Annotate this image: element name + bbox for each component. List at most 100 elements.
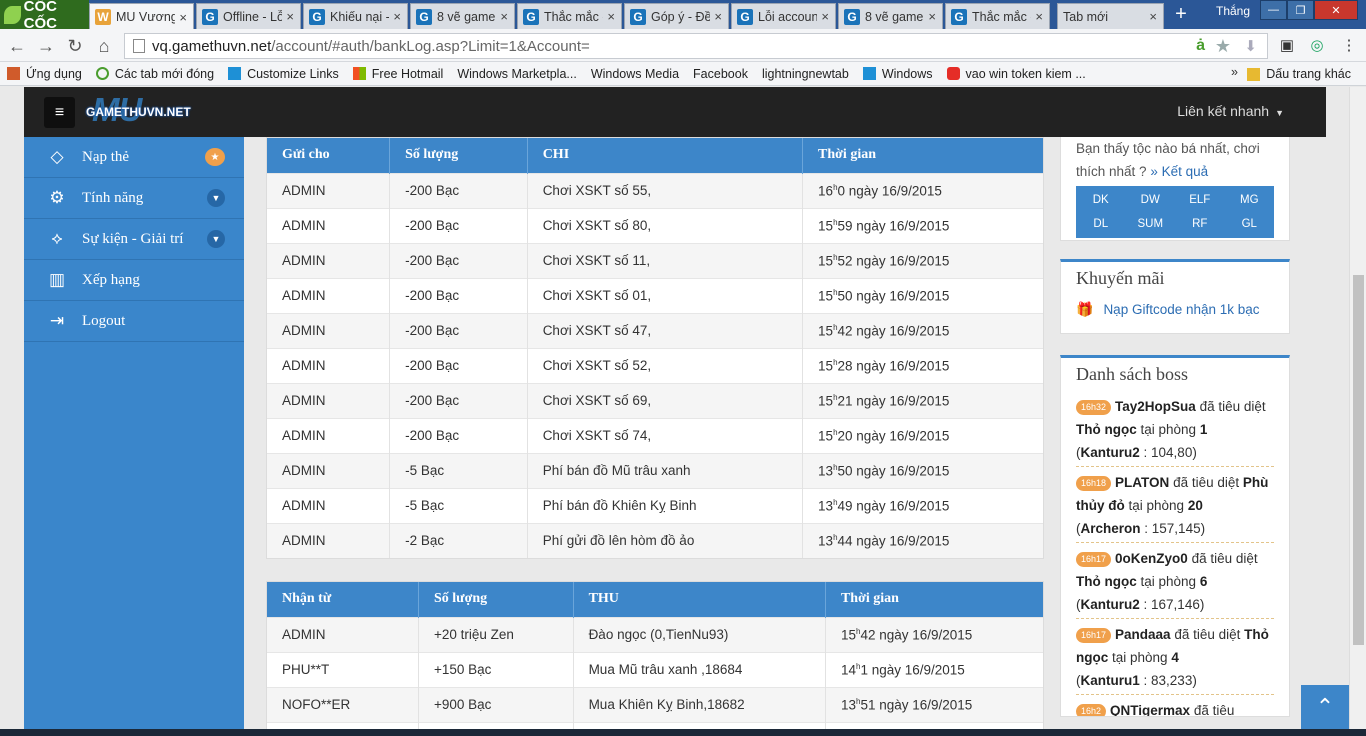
sync-icon[interactable]: ◎ xyxy=(1306,35,1328,57)
bookmark-item[interactable]: Ứng dụng xyxy=(0,67,89,81)
diamond-icon: ◇ xyxy=(50,147,64,166)
promo-widget: Khuyến mãi 🎁 Nạp Giftcode nhận 1k bạc xyxy=(1060,259,1290,334)
table-cell: ADMIN xyxy=(267,172,391,208)
vote-option[interactable]: MG xyxy=(1225,188,1275,212)
close-tab-icon[interactable]: × xyxy=(607,9,615,24)
other-bookmarks-folder[interactable]: Dấu trang khác xyxy=(1240,62,1358,86)
column-header: Gửi cho xyxy=(267,138,391,173)
browser-tab[interactable]: G Góp ý - Đề × xyxy=(624,3,729,29)
scroll-to-top-button[interactable]: ⌃ xyxy=(1301,685,1349,729)
browser-tab[interactable]: G 8 vẽ game × xyxy=(410,3,515,29)
bookmark-item[interactable]: Windows Media xyxy=(24,67,686,162)
sidebar-item[interactable]: ▥ Xếp hạng xyxy=(24,260,244,301)
bookmark-label: Các tab mới đóng xyxy=(114,66,215,81)
reload-icon[interactable]: ↻ xyxy=(64,35,86,57)
boss-time-badge: 16h17 xyxy=(1076,551,1112,567)
vote-option[interactable]: ELF xyxy=(1175,188,1225,212)
browser-tab[interactable]: G 8 vẽ game × xyxy=(838,3,943,29)
vote-option[interactable]: RF xyxy=(1175,212,1225,236)
browser-tab[interactable]: G Thắc mắc - × xyxy=(945,3,1050,29)
time-cell: 13h44 ngày 16/9/2015 xyxy=(802,522,1043,558)
boss-killer-name[interactable]: QNTigermax xyxy=(1110,703,1190,716)
g-icon: G xyxy=(202,8,218,25)
close-tab-icon[interactable]: × xyxy=(714,9,722,24)
browser-tab[interactable]: G Khiếu nại - × xyxy=(303,3,408,29)
bookmark-item[interactable]: lightningnewtab xyxy=(24,67,856,162)
time-cell: 13h50 ngày 16/9/2015 xyxy=(802,452,1043,488)
bookmark-item[interactable]: Windows xyxy=(856,67,940,81)
boss-verb: đã tiêu xyxy=(1193,703,1235,717)
vote-result-link[interactable]: » Kết quả xyxy=(1150,164,1208,179)
time-rest: 1 ngày 16/9/2015 xyxy=(860,662,965,678)
close-tab-icon[interactable]: × xyxy=(393,9,401,24)
address-bar[interactable]: vq.gamethuvn.net/account/#auth/bankLog.a… xyxy=(124,33,1268,59)
minimize-button[interactable]: — xyxy=(1260,0,1287,20)
translate-icon[interactable]: ȧ xyxy=(1196,37,1205,55)
boss-room: 4 xyxy=(1171,650,1179,665)
close-tab-icon[interactable]: × xyxy=(500,9,508,24)
sidebar-item-label: Sự kiện - Giải trí xyxy=(82,230,184,247)
forward-arrow-icon[interactable]: → xyxy=(35,35,57,57)
extension-icon[interactable]: ▣ xyxy=(1276,35,1298,57)
bookmark-yt-icon xyxy=(946,67,960,80)
site-logo[interactable]: MU GAMETHUVN.NET xyxy=(86,93,202,126)
boss-entry: 16h17 Pandaaa đã tiêu diệt Thỏ ngọc tại p… xyxy=(1076,623,1274,695)
vote-option[interactable]: DK xyxy=(1076,188,1126,212)
close-tab-icon[interactable]: × xyxy=(1035,9,1043,24)
sidebar-item[interactable]: ⚙ Tính năng ▼ xyxy=(24,178,244,219)
giftcode-link[interactable]: 🎁 Nạp Giftcode nhận 1k bạc xyxy=(1076,301,1274,318)
coccoc-brand-button[interactable]: CỐC CỐC xyxy=(0,0,89,32)
close-tab-icon[interactable]: × xyxy=(928,9,936,24)
table-cell: ADMIN xyxy=(267,312,391,348)
bookmark-item[interactable]: Free Hotmail xyxy=(346,67,451,81)
vote-option[interactable]: GL xyxy=(1225,212,1275,236)
sidebar-item[interactable]: ◇ Nạp thẻ ★ xyxy=(24,137,244,178)
time-cell: 15h42 ngày 16/9/2015 xyxy=(802,312,1043,348)
right-sidebar: Bạn thấy tộc nào bá nhất, chơi thích nhấ… xyxy=(1060,137,1290,717)
time-rest: 20 ngày 16/9/2015 xyxy=(837,428,950,444)
bookmark-item[interactable]: Windows Marketpla... xyxy=(24,67,583,162)
maximize-button[interactable]: ❐ xyxy=(1287,0,1314,20)
browser-tab[interactable]: Tab mới × xyxy=(1057,3,1164,29)
bookmark-ref-icon xyxy=(95,67,109,80)
bookmark-item[interactable]: Customize Links xyxy=(221,67,346,81)
close-tab-icon[interactable]: × xyxy=(286,9,294,24)
bookmark-item[interactable]: Facebook xyxy=(24,67,755,162)
vote-option[interactable]: SUM xyxy=(1126,212,1176,236)
table-cell: ADMIN xyxy=(267,522,391,558)
sidebar-item[interactable]: ⟡ Sự kiện - Giải trí ▼ xyxy=(24,219,244,260)
vote-option[interactable]: DL xyxy=(1076,212,1126,236)
column-header: Nhận từ xyxy=(267,582,419,617)
time-hour: 15 xyxy=(818,393,834,409)
new-tab-button[interactable]: + xyxy=(1170,4,1192,26)
browser-tab[interactable]: W MU Vương × xyxy=(89,3,194,30)
close-window-button[interactable]: ✕ xyxy=(1314,0,1358,20)
close-tab-icon[interactable]: × xyxy=(179,10,187,25)
bookmark-item[interactable]: vao win token kiem ... xyxy=(940,67,1093,81)
boss-killer-name[interactable]: 0oKenZyo0 xyxy=(1115,551,1188,566)
bookmark-item[interactable]: Các tab mới đóng xyxy=(89,67,221,81)
bookmark-star-icon[interactable]: ★ xyxy=(1215,36,1231,57)
hamburger-menu-icon[interactable]: ≡ xyxy=(44,97,75,128)
bookmarks-overflow-chevron[interactable]: » xyxy=(1231,65,1238,79)
vote-option[interactable]: DW xyxy=(1126,188,1176,212)
back-arrow-icon[interactable]: ← xyxy=(6,35,28,57)
quick-links-dropdown[interactable]: Liên kết nhanh ▼ xyxy=(1177,103,1284,119)
browser-tab[interactable]: G Lỗi accoun × xyxy=(731,3,836,29)
boss-room-label: tại phòng xyxy=(1112,650,1168,665)
close-tab-icon[interactable]: × xyxy=(1149,9,1157,24)
boss-killer-name[interactable]: PLATON xyxy=(1115,475,1169,490)
browser-tab[interactable]: G Offline - Lỗ × xyxy=(196,3,301,29)
scrollbar-thumb[interactable] xyxy=(1353,275,1364,645)
page-scrollbar[interactable] xyxy=(1349,87,1366,736)
boss-killer-name[interactable]: Tay2HopSua xyxy=(1115,399,1196,414)
home-icon[interactable]: ⌂ xyxy=(93,35,115,57)
download-arrow-icon[interactable]: ⬇ xyxy=(1244,37,1257,55)
close-tab-icon[interactable]: × xyxy=(821,9,829,24)
boss-killer-name[interactable]: Pandaaa xyxy=(1115,627,1171,642)
sidebar-item[interactable]: ⇥ Logout xyxy=(24,301,244,342)
browser-tab[interactable]: G Thắc mắc - × xyxy=(517,3,622,29)
sidebar-item-label: Xếp hạng xyxy=(82,271,140,288)
profile-name[interactable]: Thắng xyxy=(1216,4,1250,18)
menu-icon[interactable]: ⋮ xyxy=(1338,35,1360,57)
